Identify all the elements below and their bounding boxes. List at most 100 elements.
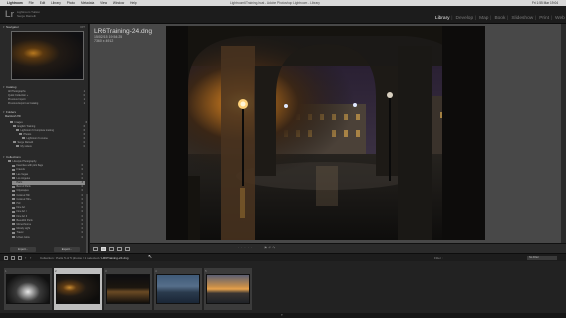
filmstrip-thumb[interactable]: 1 — [4, 268, 52, 310]
folder-icon — [16, 129, 19, 132]
filmstrip-thumb[interactable]: 4 — [154, 268, 202, 310]
module-library[interactable]: Library — [435, 16, 450, 21]
collection-item[interactable]: Fine Art II 0 — [12, 215, 85, 219]
grid-view-icon[interactable] — [93, 246, 98, 251]
module-slideshow[interactable]: Slideshow — [511, 16, 533, 21]
volume-macintosh-hd[interactable]: Macintosh HD — [5, 115, 84, 119]
collection-item[interactable]: Moody Light 0 — [12, 227, 85, 231]
folder-icon — [16, 145, 19, 148]
star-rating[interactable]: · · · · · — [238, 246, 252, 250]
thumb-index: 2 — [55, 269, 57, 273]
folder-icon — [13, 125, 16, 128]
panel-toggle-icon[interactable]: ▾ — [281, 313, 283, 317]
collapse-triangle-icon[interactable]: ▾ — [3, 155, 5, 159]
collection-item[interactable]: Colored Hdr 0 — [12, 194, 85, 198]
menu-library[interactable]: Library — [51, 1, 61, 5]
bottom-panel-edge[interactable] — [0, 313, 566, 318]
thumb-index: 3 — [105, 269, 107, 273]
loupe-view-icon[interactable] — [101, 246, 106, 251]
collection-item[interactable]: Los Angeles 0 — [12, 177, 85, 181]
export-button[interactable]: Export... — [54, 247, 80, 252]
collection-icon — [12, 168, 15, 171]
collection-icon — [12, 189, 15, 192]
filmstrip-thumb[interactable]: 5 — [204, 268, 252, 310]
module-web[interactable]: Web — [555, 16, 565, 21]
identity-bar: Lr Lightroom Tuition Serge Ramelli Libra… — [0, 6, 566, 24]
second-window-icon[interactable] — [11, 256, 15, 260]
collection-item[interactable]: Best of Paris 0 — [12, 185, 85, 189]
folder-icon — [22, 137, 25, 140]
collection-item[interactable]: Beautiful Paris 0 — [12, 219, 85, 223]
import-button[interactable]: Import... — [10, 247, 36, 252]
photo-dimensions: 7360 x 4912 — [94, 39, 114, 44]
thumb-image — [56, 274, 100, 304]
navigator-zoom[interactable]: FIT — [81, 25, 86, 29]
module-develop[interactable]: Develop — [456, 16, 474, 21]
collection-icon — [12, 223, 15, 226]
menu-window[interactable]: Window — [113, 1, 124, 5]
left-panel-scrollbar[interactable] — [86, 194, 88, 253]
module-book[interactable]: Book — [494, 16, 505, 21]
collections-header[interactable]: ▾ Collections — [3, 155, 86, 159]
flag-rotate-controls[interactable]: ⚑ ↶ ↷ — [264, 246, 275, 250]
main-photo[interactable] — [166, 26, 485, 240]
catalog-header[interactable]: ▾ Catalog — [3, 85, 86, 89]
forward-arrow-icon[interactable]: › — [30, 256, 34, 260]
filmstrip-thumb[interactable]: 3 — [104, 268, 152, 310]
collection-item[interactable]: Lifestyle Photography — [8, 160, 87, 164]
folder-item[interactable]: My videos 0 — [16, 145, 87, 149]
collapse-triangle-icon[interactable]: ▾ — [3, 85, 5, 89]
collection-icon — [12, 235, 15, 238]
menu-metadata[interactable]: Metadata — [81, 1, 94, 5]
menu-help[interactable]: Help — [130, 1, 137, 5]
menu-view[interactable]: View — [100, 1, 107, 5]
filmstrip-source-path[interactable]: Collection : Paris 5 of 5 photos / 1 sel… — [40, 256, 129, 260]
collection-item[interactable]: Las Vegas 0 — [12, 173, 85, 177]
collection-item[interactable]: Friends 0 — [12, 168, 85, 172]
collection-item[interactable]: Fine Art I0 — [12, 210, 85, 214]
main-window-icon[interactable] — [4, 256, 8, 260]
menu-photo[interactable]: Photo — [67, 1, 75, 5]
module-map[interactable]: Map — [479, 16, 488, 21]
filter-dropdown[interactable]: No Filter — [527, 255, 557, 260]
navigator-header[interactable]: ▾ Navigator FIT — [3, 25, 86, 29]
filmstrip-thumb-selected[interactable]: 2 — [54, 268, 102, 310]
collection-item[interactable]: Monochrome 0 — [12, 223, 85, 227]
folder-icon — [13, 141, 16, 144]
filmstrip-bar: ‹ › Collection : Paris 5 of 5 photos / 1… — [0, 253, 566, 261]
collection-icon — [12, 181, 15, 184]
thumb-image — [6, 274, 50, 304]
right-panel-collapsed[interactable] — [561, 24, 566, 253]
collection-icon — [12, 185, 15, 188]
filter-label: Filter : — [434, 256, 443, 261]
collapse-triangle-icon[interactable]: ▾ — [3, 25, 5, 29]
collapse-triangle-icon[interactable]: ▾ — [3, 110, 5, 114]
collection-icon — [12, 164, 15, 167]
menu-edit[interactable]: Edit — [40, 1, 46, 5]
catalog-item[interactable]: Previous Export as Catalog 1 — [8, 102, 87, 106]
survey-view-icon[interactable] — [117, 246, 122, 251]
collection-item[interactable]: Favorites with pick flags 0 — [12, 164, 85, 168]
collection-item[interactable]: Hdr 0 — [12, 202, 85, 206]
photo-filename: LR6Training-24.dng — [94, 28, 153, 35]
people-view-icon[interactable] — [125, 246, 130, 251]
menu-file[interactable]: File — [29, 1, 34, 5]
collection-item[interactable]: Travel 0 — [12, 231, 85, 235]
compare-view-icon[interactable] — [109, 246, 114, 251]
thumb-index: 4 — [155, 269, 157, 273]
collection-icon — [12, 219, 15, 222]
collection-item[interactable]: Fine Art 0 — [12, 206, 85, 210]
collection-item[interactable]: Urban Glow 0 — [12, 236, 85, 240]
collection-set-icon — [8, 160, 11, 163]
menu-app-name[interactable]: Lightroom — [7, 1, 23, 5]
grid-icon[interactable] — [18, 256, 22, 260]
collection-item[interactable]: Cityscapes 0 — [12, 189, 85, 193]
folders-header[interactable]: ▾ Folders — [3, 110, 86, 114]
collection-item[interactable]: Colored Hdr+ 0 — [12, 198, 85, 202]
navigator-preview[interactable] — [11, 31, 84, 80]
collection-item-selected[interactable]: Paris 3 — [12, 181, 85, 185]
collection-icon — [12, 193, 15, 196]
module-print[interactable]: Print — [539, 16, 549, 21]
collection-icon — [12, 227, 15, 230]
back-arrow-icon[interactable]: ‹ — [25, 256, 29, 260]
